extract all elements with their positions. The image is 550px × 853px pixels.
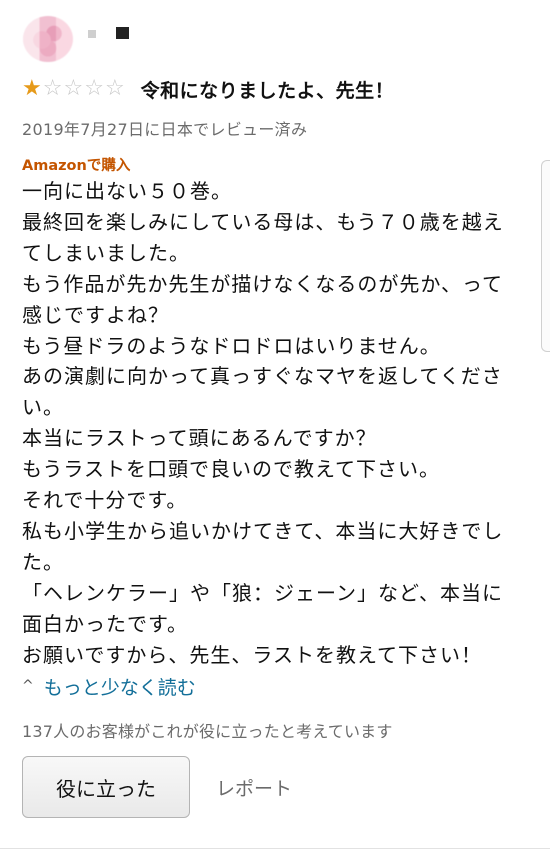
divider [0,848,550,849]
reviewer-avatar[interactable] [23,16,73,62]
star-empty-icon: ☆ [42,76,63,101]
scroll-edge-handle[interactable] [541,160,550,352]
reviewer-name-redacted-mark [88,30,96,38]
review-body-line: い。 [22,395,64,420]
review-body-line: もう作品が先か先生が描けなくなるのが先か、って [22,271,503,296]
star-filled-icon: ★ [22,76,42,101]
review-body-line: 最終回を楽しみにしている母は、もう７０歳を越え [22,209,504,234]
review-body-line: あの演劇に向かって真っすぐなマヤを返してくださ [22,364,503,389]
review-body-line: 面白かったです。 [22,611,188,636]
star-empty-icon: ☆ [63,76,84,101]
chevron-up-icon: ^ [22,677,34,694]
read-less-label: もっと少なく読む [43,677,196,699]
review-body-line: 一向に出ない５０巻。 [22,179,232,203]
review-body-line: てしまいました。 [22,240,190,265]
rating-row: ★ ☆ ☆ ☆ ☆ 令和になりましたよ、先生！ [22,76,394,102]
review-body: 一向に出ない５０巻。 最終回を楽しみにしている母は、もう７０歳を越え てしまいま… [22,176,532,671]
review-body-line: お願いですから、先生、ラストを教えて下さい！ [22,642,482,667]
review-body-line: もう昼ドラのようなドロドロはいりません。 [22,333,441,358]
star-empty-icon: ☆ [84,76,104,101]
star-empty-icon: ☆ [104,76,125,101]
helpful-button[interactable]: 役に立った [22,756,190,818]
review-body-line: 本当にラストって頭にあるんですか？ [22,426,377,451]
verified-purchase-badge: Amazonで購入 [22,158,131,174]
avatar-mosaic [23,16,73,62]
review-body-line: 感じですよね？ [22,302,169,327]
review-title[interactable]: 令和になりましたよ、先生！ [141,76,395,103]
review-date: 2019年7月27日に日本でレビュー済み [22,120,308,139]
star-rating: ★ ☆ ☆ ☆ ☆ [22,78,125,100]
reviewer-name-redacted-mark [116,27,129,39]
read-less-link[interactable]: ^ もっと少なく読む [22,673,196,700]
review-body-line: それで十分です。 [22,488,188,513]
review-body-line: 私も小学生から追いかけてきて、本当に大好きでし [22,518,504,543]
helpful-count-text: 137人のお客様がこれが役に立ったと考えています [22,722,393,741]
review-body-line: た。 [22,549,64,574]
review-body-line: もうラストを口頭で良いので教えて下さい。 [22,457,440,482]
review-card: ★ ☆ ☆ ☆ ☆ 令和になりましたよ、先生！ 2019年7月27日に日本でレビュー済み… [0,0,550,853]
review-body-line: 「ヘレンケラー」や「狼：ジェーン」など、本当に [22,580,503,605]
report-link[interactable]: レポート [216,774,292,801]
